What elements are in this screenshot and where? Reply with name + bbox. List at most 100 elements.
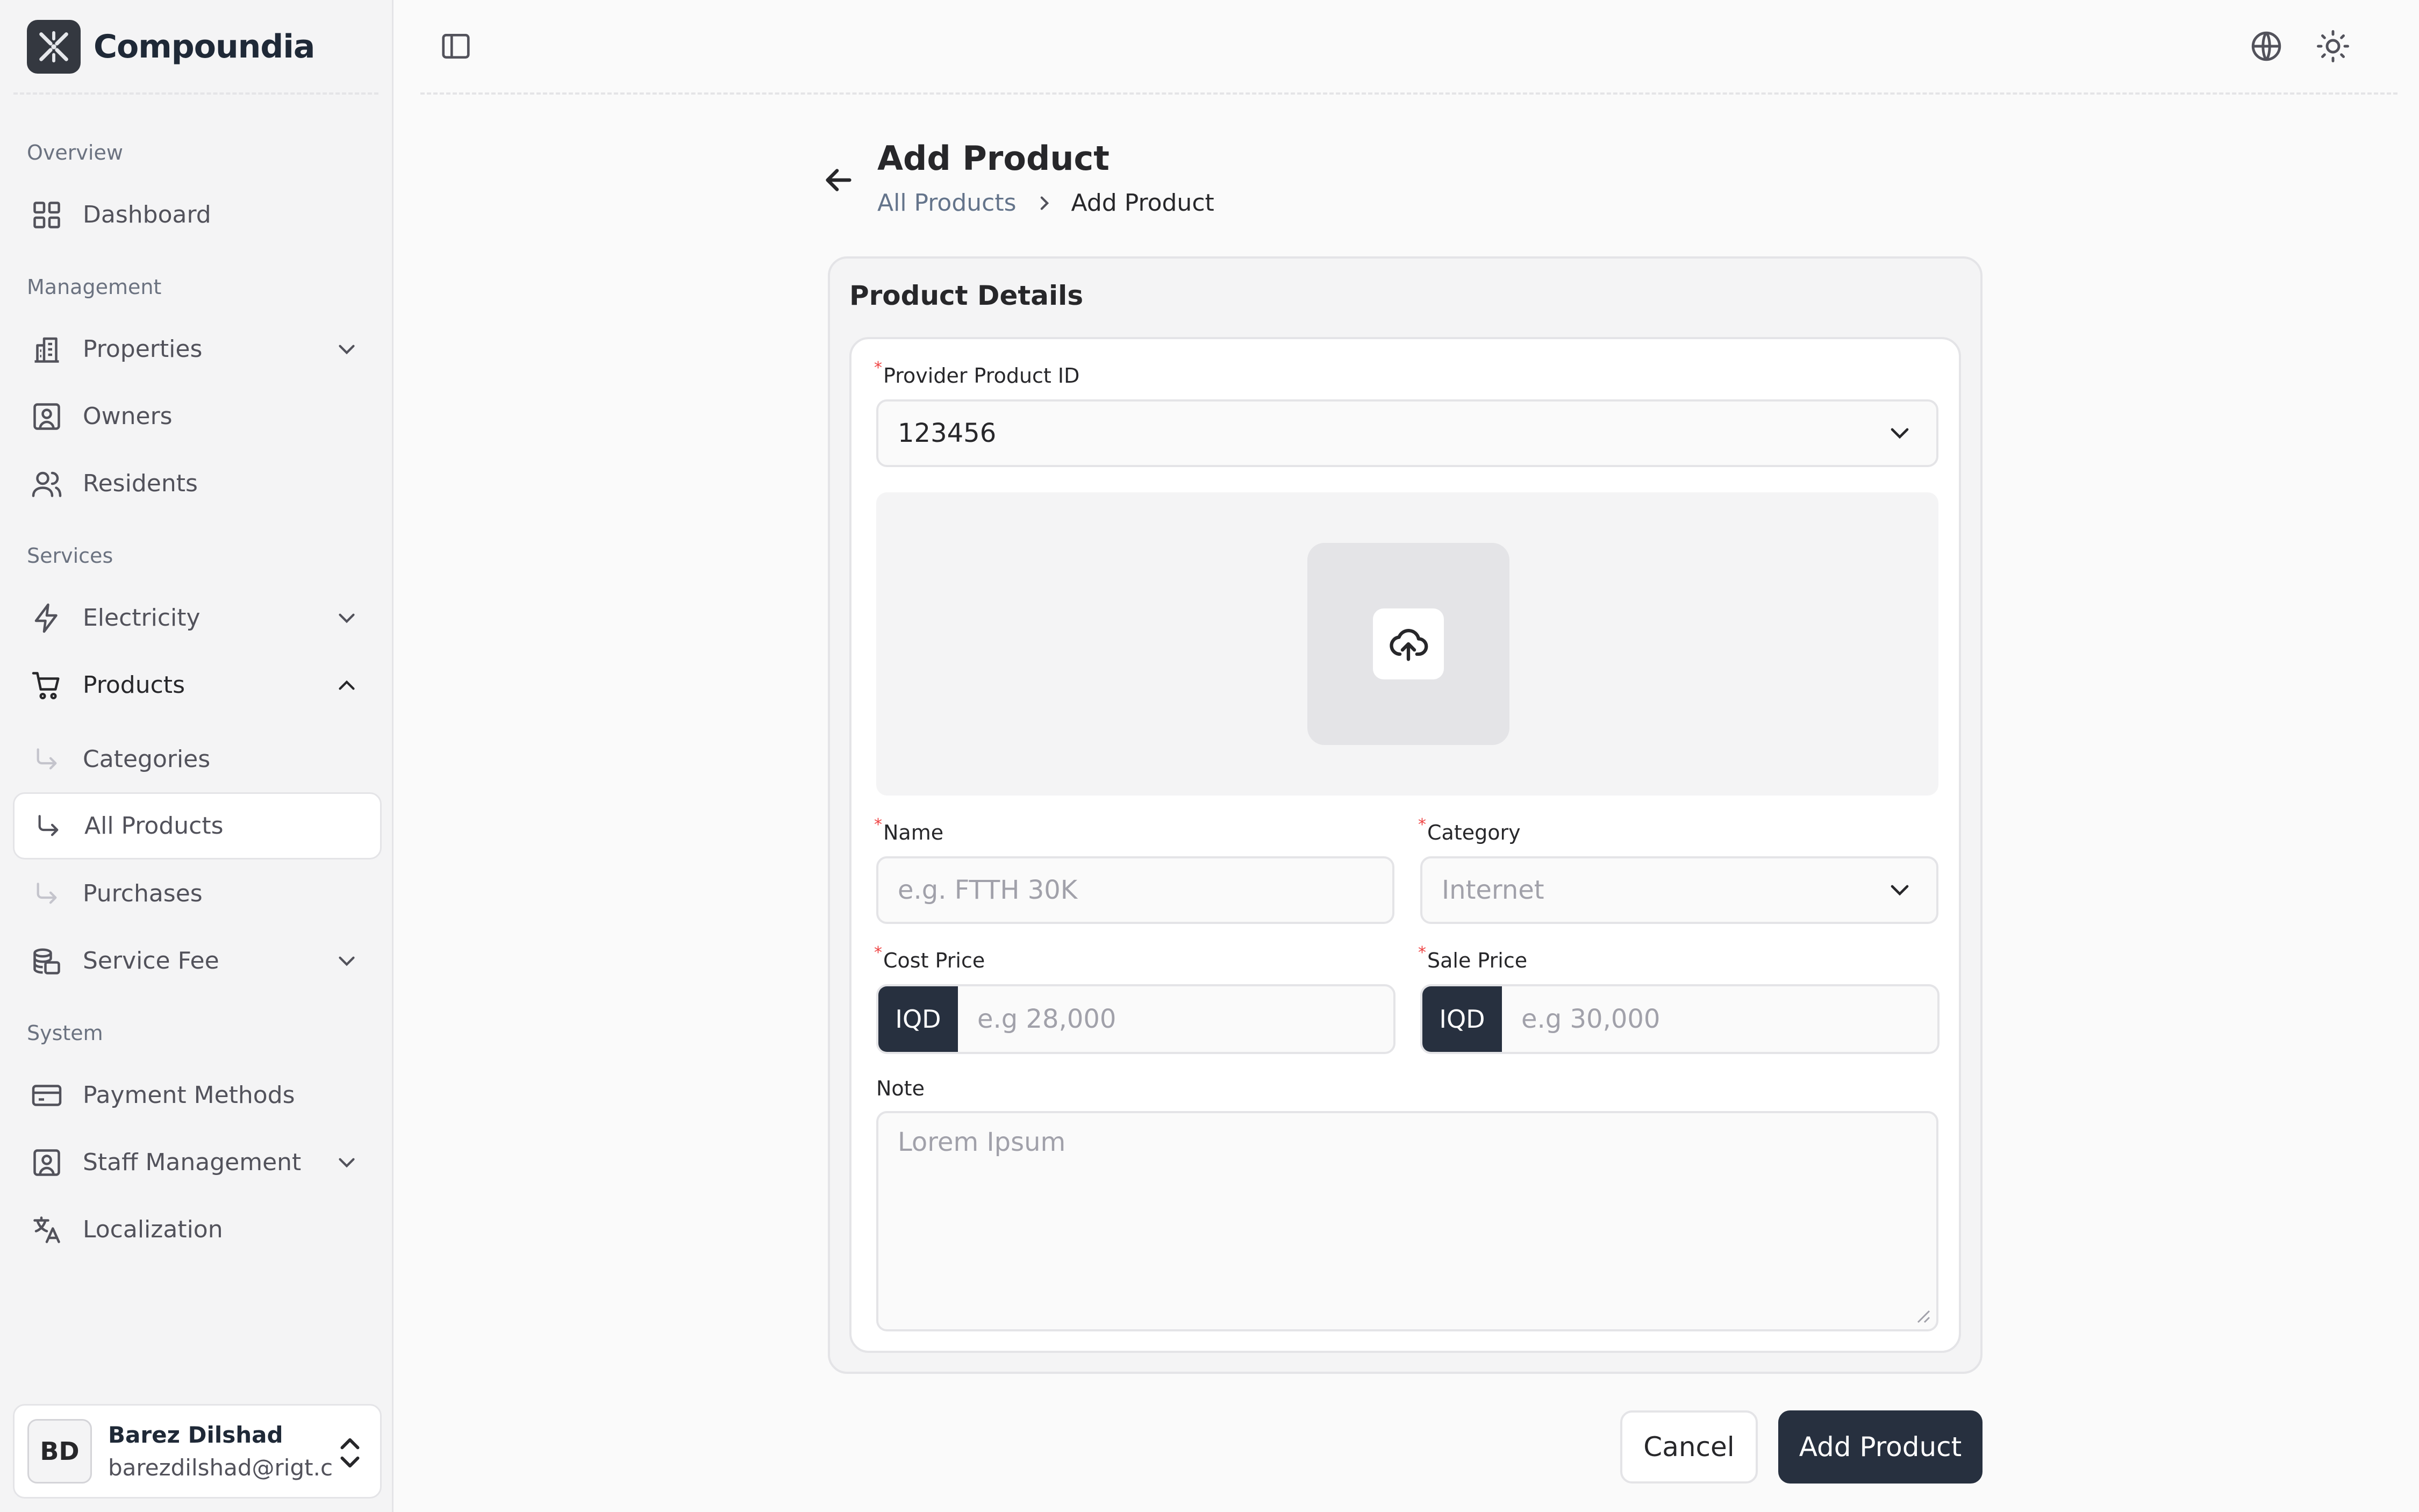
required-marker: * bbox=[1418, 943, 1426, 962]
page-title: Add Product bbox=[877, 139, 1110, 178]
category-label: *Category bbox=[1418, 815, 1521, 844]
label-text: Provider Product ID bbox=[883, 364, 1080, 388]
cost-price-label: *Cost Price bbox=[874, 943, 985, 972]
brand-logo-icon bbox=[27, 20, 81, 74]
required-marker: * bbox=[874, 943, 882, 962]
sidebar-item-label: Service Fee bbox=[83, 947, 219, 974]
topbar bbox=[393, 0, 2419, 95]
name-placeholder: e.g. FTTH 30K bbox=[898, 875, 1078, 905]
sidebar-toggle-button[interactable] bbox=[434, 25, 477, 68]
section-title-management: Management bbox=[27, 275, 162, 299]
avatar: BD bbox=[27, 1419, 92, 1484]
sale-price-input[interactable]: IQD e.g 30,000 bbox=[1420, 984, 1940, 1054]
chevron-down-icon bbox=[339, 1158, 355, 1168]
product-form: *Provider Product ID 123456 *Name e.g. F… bbox=[849, 337, 1961, 1353]
sidebar-item-dashboard[interactable]: Dashboard bbox=[13, 181, 382, 248]
sidebar-item-label: Purchases bbox=[83, 880, 203, 907]
staff-icon bbox=[30, 1146, 63, 1179]
sun-icon bbox=[2317, 30, 2349, 62]
section-title-system: System bbox=[27, 1021, 103, 1045]
cost-price-placeholder: e.g 28,000 bbox=[977, 1004, 1117, 1034]
chevron-down-icon bbox=[1891, 428, 1909, 439]
sidebar-item-label: Owners bbox=[83, 403, 173, 430]
lightning-icon bbox=[30, 601, 63, 635]
sidebar-item-all-products[interactable]: All Products bbox=[13, 792, 382, 859]
label-text: Name bbox=[883, 821, 944, 844]
dashboard-icon bbox=[30, 198, 63, 232]
chevron-up-icon bbox=[339, 680, 355, 690]
brand-name: Compoundia bbox=[94, 28, 315, 66]
chevron-down-icon bbox=[339, 956, 355, 966]
section-title-services: Services bbox=[27, 544, 113, 568]
sidebar-item-owners[interactable]: Owners bbox=[13, 383, 382, 450]
globe-icon bbox=[2251, 31, 2281, 61]
sidebar-item-label: Residents bbox=[83, 470, 198, 497]
resize-handle-icon[interactable] bbox=[1915, 1308, 1931, 1324]
sidebar: Compoundia Overview Dashboard Management… bbox=[0, 0, 393, 1512]
provider-product-id-label: *Provider Product ID bbox=[874, 359, 1080, 388]
card-title: Product Details bbox=[849, 280, 1084, 311]
app-root: Compoundia Overview Dashboard Management… bbox=[0, 0, 2419, 1512]
credit-card-icon bbox=[30, 1079, 63, 1112]
sidebar-item-purchases[interactable]: Purchases bbox=[13, 860, 382, 927]
note-label: Note bbox=[876, 1077, 925, 1100]
required-marker: * bbox=[1418, 815, 1426, 834]
chevron-down-icon bbox=[1891, 885, 1909, 896]
name-label: *Name bbox=[874, 815, 944, 844]
sidebar-toggle-icon bbox=[442, 34, 470, 59]
topbar-divider bbox=[420, 92, 2397, 95]
add-product-button[interactable]: Add Product bbox=[1778, 1410, 1983, 1484]
users-icon bbox=[30, 467, 63, 500]
back-arrow-icon[interactable] bbox=[820, 161, 857, 199]
image-placeholder[interactable] bbox=[1307, 543, 1509, 745]
breadcrumb: All Products Add Product bbox=[877, 189, 1214, 217]
chevrons-up-down-icon bbox=[340, 1438, 360, 1468]
user-menu[interactable]: BD Barez Dilshad barezdilshad@rigt.c... bbox=[13, 1404, 382, 1499]
sidebar-item-properties[interactable]: Properties bbox=[13, 316, 382, 383]
sidebar-item-label: Dashboard bbox=[83, 201, 211, 228]
coins-icon bbox=[30, 944, 63, 978]
label-text: Cost Price bbox=[883, 949, 985, 972]
sidebar-item-label: Payment Methods bbox=[83, 1081, 295, 1109]
brand-divider bbox=[13, 92, 378, 95]
sale-price-label: *Sale Price bbox=[1418, 943, 1528, 972]
sidebar-item-categories[interactable]: Categories bbox=[13, 726, 382, 793]
sidebar-item-label: Localization bbox=[83, 1216, 223, 1243]
cloud-upload-icon bbox=[1390, 629, 1428, 661]
category-select[interactable]: Internet bbox=[1420, 856, 1938, 924]
required-marker: * bbox=[874, 815, 882, 834]
user-info: Barez Dilshad barezdilshad@rigt.c... bbox=[108, 1422, 334, 1481]
section-title-overview: Overview bbox=[27, 141, 123, 164]
sidebar-item-staff-management[interactable]: Staff Management bbox=[13, 1129, 382, 1196]
sidebar-item-service-fee[interactable]: Service Fee bbox=[13, 927, 382, 994]
cart-icon bbox=[30, 669, 63, 702]
breadcrumb-link-all-products[interactable]: All Products bbox=[877, 189, 1017, 217]
image-upload-area[interactable] bbox=[876, 492, 1938, 796]
user-name: Barez Dilshad bbox=[108, 1422, 283, 1448]
language-button[interactable] bbox=[2245, 25, 2288, 68]
cancel-button[interactable]: Cancel bbox=[1620, 1410, 1758, 1484]
brand[interactable]: Compoundia bbox=[27, 20, 315, 74]
upload-button[interactable] bbox=[1373, 608, 1444, 679]
sidebar-item-label: Staff Management bbox=[83, 1149, 302, 1176]
chevron-right-icon bbox=[1040, 196, 1049, 210]
note-textarea[interactable]: Lorem Ipsum bbox=[876, 1111, 1938, 1331]
sidebar-item-label: Electricity bbox=[83, 604, 201, 632]
building-icon bbox=[30, 333, 63, 366]
required-marker: * bbox=[874, 359, 882, 377]
currency-badge: IQD bbox=[1422, 986, 1502, 1052]
name-input[interactable]: e.g. FTTH 30K bbox=[876, 856, 1394, 924]
sidebar-item-residents[interactable]: Residents bbox=[13, 450, 382, 517]
theme-toggle-button[interactable] bbox=[2311, 25, 2354, 68]
sidebar-item-localization[interactable]: Localization bbox=[13, 1196, 382, 1263]
sub-arrow-icon bbox=[30, 743, 63, 776]
translate-icon bbox=[30, 1213, 63, 1246]
user-email: barezdilshad@rigt.c... bbox=[108, 1454, 334, 1481]
sidebar-item-products[interactable]: Products bbox=[13, 651, 382, 719]
sidebar-item-payment-methods[interactable]: Payment Methods bbox=[13, 1062, 382, 1129]
label-text: Sale Price bbox=[1427, 949, 1528, 972]
currency-badge: IQD bbox=[878, 986, 958, 1052]
cost-price-input[interactable]: IQD e.g 28,000 bbox=[876, 984, 1395, 1054]
sidebar-item-electricity[interactable]: Electricity bbox=[13, 584, 382, 651]
provider-product-id-select[interactable]: 123456 bbox=[876, 399, 1938, 467]
